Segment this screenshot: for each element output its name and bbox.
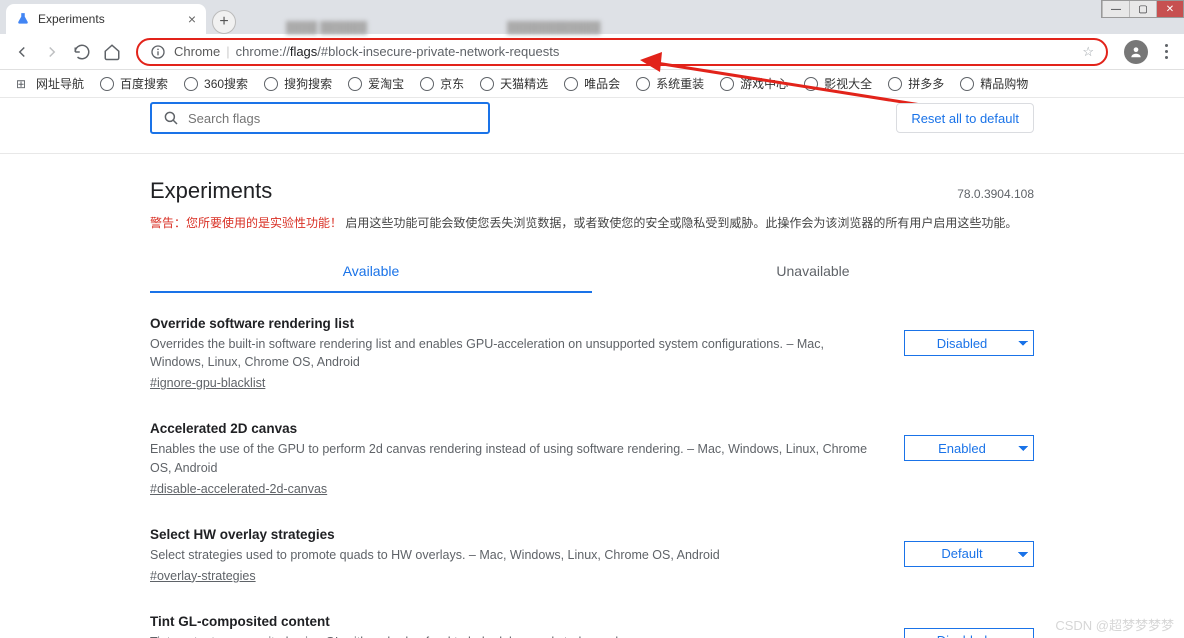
flag-description: Enables the use of the GPU to perform 2d…: [150, 440, 874, 476]
globe-icon: [636, 77, 650, 91]
tabs: Available Unavailable: [150, 251, 1034, 293]
flag-select[interactable]: Disabled: [904, 628, 1034, 638]
apps-icon: ⊞: [16, 77, 30, 91]
tab-strip: Experiments × + ████ ██████ ████████████: [0, 0, 1184, 34]
flag-title: Select HW overlay strategies: [150, 527, 874, 542]
flag-select[interactable]: Enabled: [904, 435, 1034, 461]
toolbar: Chrome | chrome://flags/#block-insecure-…: [0, 34, 1184, 70]
globe-icon: [720, 77, 734, 91]
bookmarks-bar: ⊞网址导航 百度搜索 360搜索 搜狗搜索 爱淘宝 京东 天猫精选 唯品会 系统…: [0, 70, 1184, 98]
bookmark-item[interactable]: 京东: [414, 73, 470, 94]
maximize-button[interactable]: ▢: [1129, 1, 1156, 17]
flask-icon: [16, 12, 30, 26]
search-icon: [162, 109, 180, 127]
bookmark-item[interactable]: 爱淘宝: [342, 73, 410, 94]
globe-icon: [888, 77, 902, 91]
tab-title: Experiments: [38, 12, 105, 26]
tab-unavailable[interactable]: Unavailable: [592, 251, 1034, 293]
apps-shortcut[interactable]: ⊞网址导航: [10, 73, 90, 94]
close-window-button[interactable]: ✕: [1156, 1, 1183, 17]
flag-description: Overrides the built-in software renderin…: [150, 335, 874, 371]
profile-avatar[interactable]: [1124, 40, 1148, 64]
blurred-tab: ████ ██████: [286, 22, 367, 34]
divider: [0, 153, 1184, 154]
back-button[interactable]: [8, 38, 36, 66]
reload-button[interactable]: [68, 38, 96, 66]
bookmark-item[interactable]: 系统重装: [630, 73, 710, 94]
bookmark-item[interactable]: 影视大全: [798, 73, 878, 94]
flag-description: Select strategies used to promote quads …: [150, 546, 874, 564]
watermark: CSDN @超梦梦梦梦: [1055, 615, 1174, 634]
flag-select[interactable]: Default: [904, 541, 1034, 567]
bookmark-item[interactable]: 精品购物: [954, 73, 1034, 94]
forward-button[interactable]: [38, 38, 66, 66]
version-label: 78.0.3904.108: [957, 187, 1034, 201]
flag-anchor-link[interactable]: #ignore-gpu-blacklist: [150, 376, 265, 390]
globe-icon: [564, 77, 578, 91]
bookmark-item[interactable]: 拼多多: [882, 73, 950, 94]
flag-title: Override software rendering list: [150, 316, 874, 331]
globe-icon: [100, 77, 114, 91]
blurred-tab: ████████████: [507, 22, 601, 34]
flag-anchor-link[interactable]: #disable-accelerated-2d-canvas: [150, 482, 327, 496]
reset-all-button[interactable]: Reset all to default: [896, 103, 1034, 133]
flag-item: Override software rendering list Overrid…: [150, 293, 1034, 398]
close-tab-icon[interactable]: ×: [188, 11, 196, 27]
flag-title: Tint GL-composited content: [150, 614, 874, 629]
browser-tab[interactable]: Experiments ×: [6, 4, 206, 34]
globe-icon: [480, 77, 494, 91]
home-button[interactable]: [98, 38, 126, 66]
flag-anchor-link[interactable]: #overlay-strategies: [150, 569, 256, 583]
bookmark-item[interactable]: 搜狗搜索: [258, 73, 338, 94]
flag-item: Accelerated 2D canvas Enables the use of…: [150, 398, 1034, 503]
bookmark-item[interactable]: 天猫精选: [474, 73, 554, 94]
globe-icon: [264, 77, 278, 91]
flag-description: Tint contents composited using GL with a…: [150, 633, 874, 638]
flag-item: Select HW overlay strategies Select stra…: [150, 504, 1034, 591]
globe-icon: [420, 77, 434, 91]
flag-title: Accelerated 2D canvas: [150, 421, 874, 436]
search-input[interactable]: [188, 111, 478, 126]
tab-available[interactable]: Available: [150, 251, 592, 293]
bookmark-item[interactable]: 百度搜索: [94, 73, 174, 94]
globe-icon: [804, 77, 818, 91]
site-info-icon: [150, 44, 166, 60]
globe-icon: [960, 77, 974, 91]
chrome-menu-button[interactable]: [1156, 44, 1176, 59]
address-scheme-label: Chrome: [174, 44, 220, 59]
window-controls: — ▢ ✕: [1101, 0, 1184, 18]
page-title: Experiments: [150, 178, 272, 204]
search-flags-box[interactable]: [150, 102, 490, 134]
flags-page: Reset all to default Experiments 78.0.39…: [150, 98, 1034, 638]
address-url: chrome://flags/#block-insecure-private-n…: [236, 44, 560, 59]
globe-icon: [184, 77, 198, 91]
flag-item: Tint GL-composited content Tint contents…: [150, 591, 1034, 638]
new-tab-button[interactable]: +: [212, 10, 236, 34]
bookmark-item[interactable]: 唯品会: [558, 73, 626, 94]
flag-select[interactable]: Disabled: [904, 330, 1034, 356]
bookmark-item[interactable]: 游戏中心: [714, 73, 794, 94]
address-bar[interactable]: Chrome | chrome://flags/#block-insecure-…: [136, 38, 1108, 66]
globe-icon: [348, 77, 362, 91]
bookmark-item[interactable]: 360搜索: [178, 73, 254, 94]
bookmark-star-icon[interactable]: ☆: [1082, 44, 1094, 60]
minimize-button[interactable]: —: [1102, 1, 1129, 17]
warning-text: 警告：您所要使用的是实验性功能！ 启用这些功能可能会致使您丢失浏览数据，或者致使…: [150, 214, 1034, 233]
